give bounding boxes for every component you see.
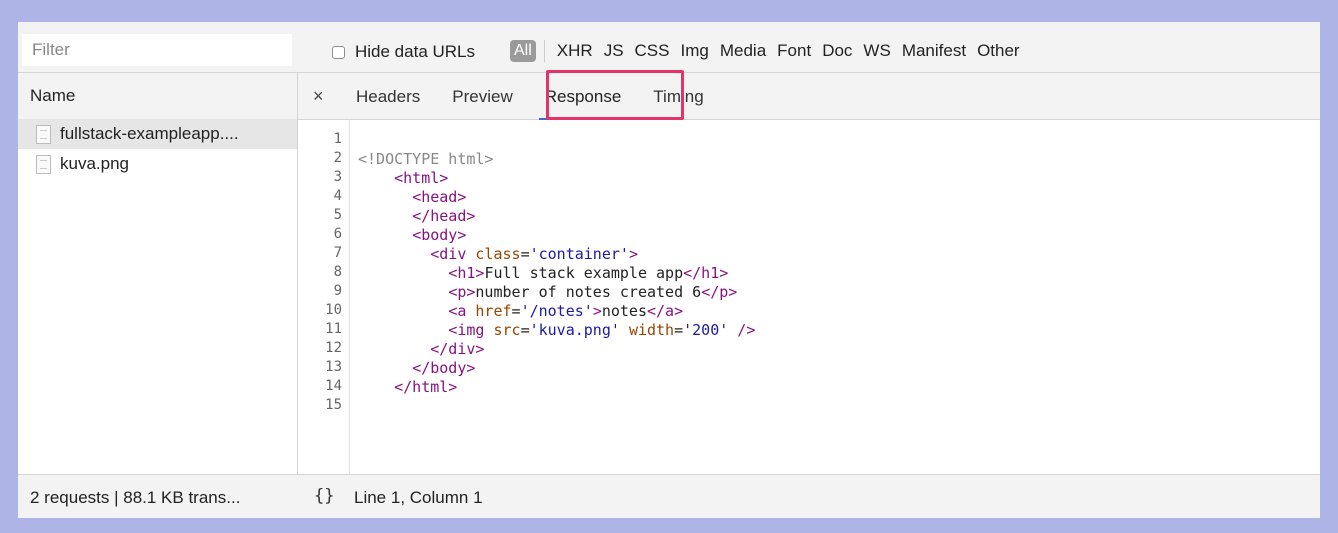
line-number: 2 — [333, 150, 342, 166]
type-filter-font[interactable]: Font — [777, 41, 811, 61]
type-filter-xhr[interactable]: XHR — [557, 41, 593, 61]
type-filter-js[interactable]: JS — [604, 41, 624, 61]
tab-preview[interactable]: Preview — [436, 73, 528, 119]
code-line: <!DOCTYPE html> — [358, 150, 494, 168]
type-filter-img[interactable]: Img — [681, 41, 709, 61]
request-row[interactable]: kuva.png — [18, 149, 297, 179]
response-tab-highlight — [546, 70, 684, 120]
code-line: <body> — [412, 226, 467, 244]
type-filter-all[interactable]: All — [510, 40, 536, 62]
line-number: 12 — [325, 340, 342, 356]
code-line: <img src='kuva.png' width='200' /> — [448, 321, 756, 339]
type-filter-css[interactable]: CSS — [635, 41, 670, 61]
code-line: </body> — [412, 359, 476, 377]
close-icon[interactable]: × — [313, 86, 324, 107]
code-line: <div class='container'> — [430, 245, 638, 263]
name-column-header[interactable]: Name — [30, 86, 75, 106]
type-filter-manifest[interactable]: Manifest — [902, 41, 966, 61]
line-number: 8 — [333, 264, 342, 280]
line-number: 11 — [325, 321, 342, 337]
line-number-gutter: 1 2 3 4 5 6 7 8 9 10 11 12 13 14 15 — [298, 119, 350, 474]
code-line: <a href='/notes'>notes</a> — [448, 302, 684, 320]
status-bar: 2 requests | 88.1 KB trans... {} Line 1,… — [18, 474, 1320, 518]
document-icon — [36, 124, 51, 144]
line-number: 14 — [325, 378, 342, 394]
line-number: 3 — [333, 169, 342, 185]
line-number: 9 — [333, 283, 342, 299]
type-filter-doc[interactable]: Doc — [822, 41, 852, 61]
line-number: 10 — [325, 302, 342, 318]
filter-input[interactable] — [22, 34, 292, 66]
filter-bar: Hide data URLs All XHR JS CSS Img Media Font Do… — [18, 22, 1320, 73]
code-line: <head> — [412, 188, 467, 206]
code-line: <h1>Full stack example app</h1> — [448, 264, 729, 282]
line-number: 15 — [325, 397, 342, 413]
type-filter-other[interactable]: Other — [977, 41, 1020, 61]
response-code-view[interactable]: 1 2 3 4 5 6 7 8 9 10 11 12 13 14 15 <!DOCTYPE html> <h… — [298, 119, 1320, 474]
type-filter-separator — [543, 40, 545, 62]
hide-data-urls-toggle[interactable]: Hide data URLs — [332, 39, 475, 65]
tab-headers[interactable]: Headers — [340, 73, 436, 119]
code-line: <html> — [394, 169, 449, 187]
line-number: 13 — [325, 359, 342, 375]
type-filter-media[interactable]: Media — [720, 41, 766, 61]
pretty-print-icon[interactable]: {} — [314, 486, 334, 506]
code-line: <p>number of notes created 6</p> — [448, 283, 738, 301]
line-number: 7 — [333, 245, 342, 261]
line-number: 4 — [333, 188, 342, 204]
resource-type-filters: All XHR JS CSS Img Media Font Doc WS Manifest Othe… — [510, 37, 1031, 65]
request-name: kuva.png — [60, 154, 129, 173]
request-summary: 2 requests | 88.1 KB trans... — [30, 488, 241, 507]
request-name: fullstack-exampleapp.... — [60, 124, 239, 143]
type-filter-ws[interactable]: WS — [863, 41, 890, 61]
line-number: 5 — [333, 207, 342, 223]
request-list: fullstack-exampleapp.... kuva.png — [18, 119, 297, 179]
code-line: </head> — [412, 207, 476, 225]
code-line: </html> — [394, 378, 458, 396]
hide-data-urls-checkbox[interactable] — [332, 45, 345, 59]
code-line: </div> — [430, 340, 485, 358]
request-row[interactable]: fullstack-exampleapp.... — [18, 119, 297, 149]
devtools-network-panel: Hide data URLs All XHR JS CSS Img Media Font Do… — [18, 22, 1320, 518]
hide-data-urls-label: Hide data URLs — [355, 42, 476, 61]
cursor-position: Line 1, Column 1 — [354, 488, 483, 507]
image-file-icon — [36, 154, 51, 174]
line-number: 1 — [333, 131, 342, 147]
line-number: 6 — [333, 226, 342, 242]
